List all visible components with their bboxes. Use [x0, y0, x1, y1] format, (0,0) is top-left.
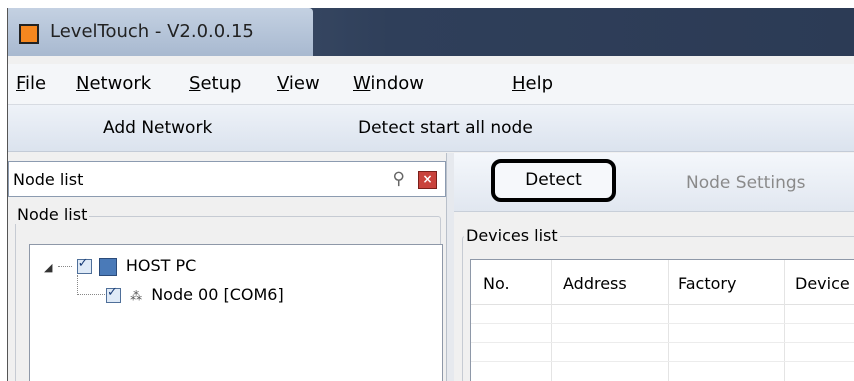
detect-button[interactable]: Detect: [491, 159, 616, 202]
window-title: LevelTouch - V2.0.0.15: [50, 21, 254, 42]
tree-item-host-pc[interactable]: ◢ HOST PC: [44, 256, 196, 276]
app-logo-inner: [21, 26, 37, 42]
column-header-device[interactable]: Device: [795, 274, 850, 293]
close-icon[interactable]: ×: [418, 171, 437, 189]
menu-file[interactable]: File: [16, 73, 46, 94]
pin-icon[interactable]: ⚲: [393, 169, 405, 189]
devices-toolbar: Detect Node Settings: [454, 153, 854, 212]
menu-bar: File Network Setup View Window Help: [8, 64, 854, 105]
menu-setup[interactable]: Setup: [189, 73, 241, 94]
host-pc-checkbox[interactable]: [76, 256, 92, 274]
devices-table-header: No. Address Factory Device: [471, 260, 854, 305]
node-list-panel: Node list ⚲ × Node list ◢ HOST PC ⁂ Node…: [8, 153, 446, 381]
collapse-triangle-icon[interactable]: ◢: [44, 261, 52, 274]
menu-view-accel: V: [277, 73, 289, 94]
column-header-address[interactable]: Address: [563, 274, 627, 293]
row-divider: [471, 323, 854, 324]
title-bar: LevelTouch - V2.0.0.15: [8, 8, 854, 56]
row-divider: [471, 361, 854, 362]
host-pc-label: HOST PC: [125, 256, 197, 275]
add-network-button[interactable]: Add Network: [103, 118, 212, 138]
app-window: LevelTouch - V2.0.0.15 File Network Setu…: [7, 8, 854, 381]
devices-table: No. Address Factory Device: [470, 259, 854, 381]
node-00-label: Node 00 [COM6]: [151, 285, 284, 304]
network-node-icon: ⁂: [130, 289, 143, 303]
menu-help[interactable]: Help: [512, 73, 553, 94]
column-divider: [784, 260, 785, 381]
main-toolbar: Add Network Detect start all node: [8, 105, 854, 152]
node-00-checkbox[interactable]: [106, 285, 121, 303]
detect-start-all-node-button[interactable]: Detect start all node: [358, 118, 533, 138]
column-divider: [668, 260, 669, 381]
menu-file-accel: F: [16, 73, 26, 94]
menu-network-accel: N: [76, 73, 90, 94]
menu-network-rest: etwork: [89, 73, 152, 94]
menu-setup-rest: etup: [200, 73, 242, 94]
menu-window-rest: indow: [370, 73, 424, 94]
menu-view[interactable]: View: [277, 73, 320, 94]
menu-help-rest: elp: [525, 73, 554, 94]
column-header-no[interactable]: No.: [483, 274, 510, 293]
menu-help-accel: H: [512, 73, 526, 94]
tree-horizontal-connector: [77, 294, 105, 295]
app-logo-icon: [19, 24, 39, 44]
node-list-group-label: Node list: [15, 205, 90, 224]
menu-network[interactable]: Network: [76, 73, 151, 94]
host-pc-icon: [98, 257, 117, 276]
node-tree: ◢ HOST PC ⁂ Node 00 [COM6]: [29, 244, 443, 381]
column-header-factory[interactable]: Factory: [678, 274, 736, 293]
node-settings-button[interactable]: Node Settings: [686, 173, 806, 193]
tree-item-node-00[interactable]: ⁂ Node 00 [COM6]: [106, 285, 284, 304]
menu-window[interactable]: Window: [353, 73, 424, 94]
row-divider: [471, 342, 854, 343]
menu-window-accel: W: [353, 73, 371, 94]
column-divider: [551, 260, 552, 381]
menu-setup-accel: S: [189, 73, 201, 94]
devices-panel: Detect Node Settings Devices list No. Ad…: [454, 153, 854, 381]
devices-list-group-label: Devices list: [464, 226, 560, 245]
menu-view-rest: iew: [288, 73, 320, 94]
node-list-title: Node list: [13, 170, 84, 189]
tree-vertical-connector: [77, 275, 78, 295]
node-list-header: Node list ⚲ ×: [8, 161, 446, 197]
menu-file-rest: ile: [25, 73, 47, 94]
tree-dotted-connector: [57, 266, 72, 267]
